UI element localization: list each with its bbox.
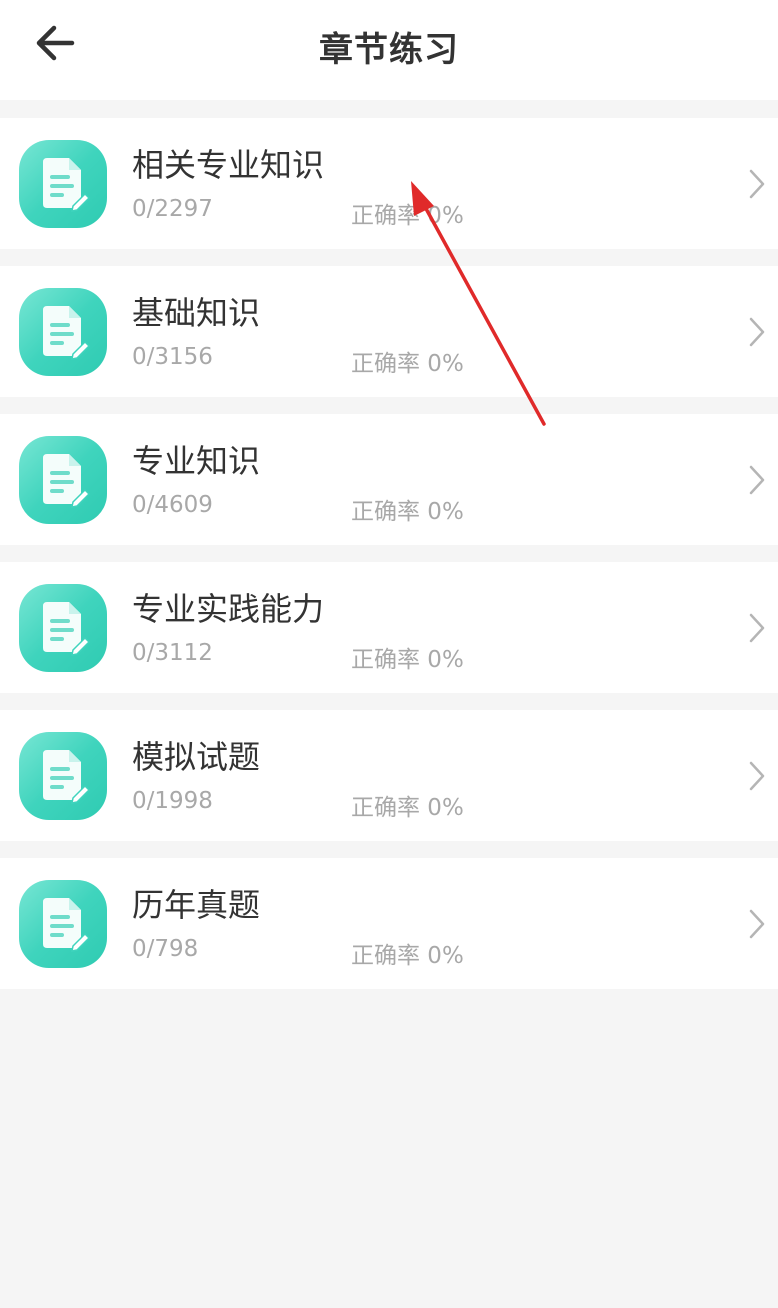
document-edit-icon — [19, 288, 107, 376]
list-item[interactable]: 基础知识 0/3156 正确率 0% — [0, 266, 778, 397]
list-item[interactable]: 模拟试题 0/1998 正确率 0% — [0, 710, 778, 841]
item-progress: 0/3156 — [132, 344, 213, 370]
item-accuracy: 正确率 0% — [351, 647, 464, 673]
chevron-right-icon — [749, 909, 765, 939]
item-progress: 0/3112 — [132, 640, 213, 666]
document-edit-icon — [19, 436, 107, 524]
item-title: 相关专业知识 — [132, 146, 325, 184]
item-progress: 0/798 — [132, 936, 199, 962]
chevron-right-icon — [749, 761, 765, 791]
item-accuracy: 正确率 0% — [351, 351, 464, 377]
chapter-list: 相关专业知识 0/2297 正确率 0% 基础知识 0/3156 正确率 0% — [0, 118, 778, 1006]
chevron-right-icon — [749, 613, 765, 643]
chevron-right-icon — [749, 169, 765, 199]
document-edit-icon — [19, 732, 107, 820]
item-title: 专业实践能力 — [132, 590, 325, 628]
item-progress: 0/4609 — [132, 492, 213, 518]
chevron-right-icon — [749, 465, 765, 495]
item-accuracy: 正确率 0% — [351, 499, 464, 525]
item-title: 历年真题 — [132, 886, 261, 924]
list-item[interactable]: 历年真题 0/798 正确率 0% — [0, 858, 778, 989]
item-progress: 0/1998 — [132, 788, 213, 814]
document-edit-icon — [19, 584, 107, 672]
item-title: 基础知识 — [132, 294, 261, 332]
page-title: 章节练习 — [319, 30, 459, 70]
item-accuracy: 正确率 0% — [351, 795, 464, 821]
list-item[interactable]: 相关专业知识 0/2297 正确率 0% — [0, 118, 778, 249]
item-title: 专业知识 — [132, 442, 261, 480]
list-item[interactable]: 专业实践能力 0/3112 正确率 0% — [0, 562, 778, 693]
document-edit-icon — [19, 140, 107, 228]
document-edit-icon — [19, 880, 107, 968]
item-accuracy: 正确率 0% — [351, 943, 464, 969]
chevron-right-icon — [749, 317, 765, 347]
top-bar: 章节练习 — [0, 0, 778, 100]
item-accuracy: 正确率 0% — [351, 203, 464, 229]
list-item[interactable]: 专业知识 0/4609 正确率 0% — [0, 414, 778, 545]
item-title: 模拟试题 — [132, 738, 261, 776]
item-progress: 0/2297 — [132, 196, 213, 222]
